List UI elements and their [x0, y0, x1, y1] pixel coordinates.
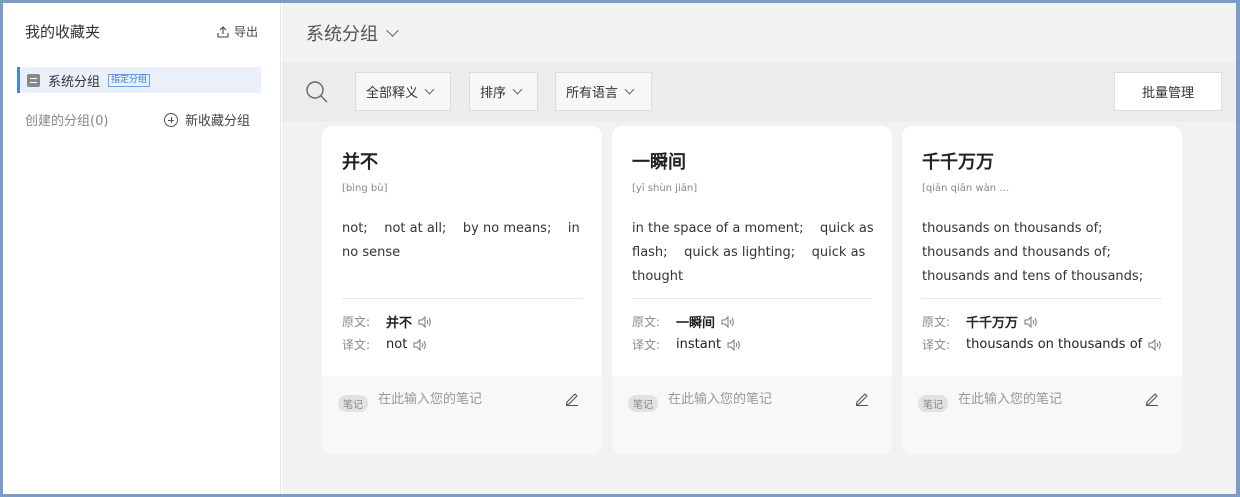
list-icon	[27, 73, 40, 87]
note-area: 笔记	[612, 376, 892, 454]
divider	[922, 298, 1162, 299]
translation-row: 译文: instant	[632, 336, 741, 353]
note-input[interactable]	[958, 392, 1128, 407]
original-row: 原文: 并不	[342, 312, 432, 331]
note-badge: 笔记	[628, 395, 658, 412]
search-icon[interactable]	[305, 80, 329, 104]
sidebar-item-label: 系统分组	[48, 74, 101, 90]
card-word: 千千万万	[922, 152, 994, 173]
note-area: 笔记	[322, 376, 602, 454]
translation-label: 译文:	[922, 338, 951, 352]
sidebar-item-system-group[interactable]: 系统分组 指定分组	[17, 67, 261, 93]
original-text: 千千万万	[966, 316, 1019, 331]
speaker-icon[interactable]	[1024, 315, 1038, 328]
note-badge: 笔记	[338, 395, 368, 412]
card-pinyin: [bìng bù]	[342, 183, 388, 194]
main-panel: 系统分组 全部释义 排序 所有语言 批量管理 并不 [bìng bù] not;…	[282, 3, 1236, 494]
card-definitions: thousands on thousands of; thousands and…	[922, 221, 1144, 284]
sidebar: 我的收藏夹 导出 系统分组 指定分组 创建的分组(0) 新收藏分组	[3, 3, 281, 494]
chevron-down-icon	[512, 84, 523, 95]
chevron-down-icon	[624, 84, 635, 95]
original-label: 原文:	[922, 315, 951, 329]
chevron-down-icon	[386, 24, 399, 37]
batch-manage-button[interactable]: 批量管理	[1114, 72, 1222, 111]
translation-row: 译文: not	[342, 336, 427, 353]
card-definitions: not; not at all; by no means; in no sens…	[342, 221, 584, 260]
language-label: 所有语言	[566, 86, 619, 101]
note-area: 笔记	[902, 376, 1182, 454]
pencil-icon[interactable]	[564, 390, 580, 406]
translation-label: 译文:	[632, 338, 661, 352]
word-card[interactable]: 并不 [bìng bù] not; not at all; by no mean…	[322, 126, 602, 454]
export-button[interactable]: 导出	[217, 23, 258, 40]
speaker-icon[interactable]	[413, 338, 427, 351]
group-title: 系统分组	[306, 24, 378, 45]
card-pinyin: [qiān qiān wàn …	[922, 183, 1010, 194]
card-word: 一瞬间	[632, 152, 686, 173]
card-pinyin: [yī shùn jiān]	[632, 183, 698, 194]
chevron-down-icon	[424, 84, 435, 95]
original-label: 原文:	[342, 315, 371, 329]
speaker-icon[interactable]	[1148, 338, 1162, 351]
sort-dropdown[interactable]: 排序	[469, 72, 538, 111]
language-dropdown[interactable]: 所有语言	[555, 72, 652, 111]
translation-text: thousands on thousands of	[966, 337, 1143, 352]
pencil-icon[interactable]	[1144, 390, 1160, 406]
note-input[interactable]	[378, 392, 548, 407]
sort-label: 排序	[480, 86, 507, 101]
export-icon	[217, 25, 229, 38]
original-row: 原文: 一瞬间	[632, 312, 735, 331]
note-input[interactable]	[668, 392, 838, 407]
card-word: 并不	[342, 152, 378, 173]
translation-text: instant	[676, 337, 722, 352]
new-group-label: 新收藏分组	[185, 114, 251, 129]
original-label: 原文:	[632, 315, 661, 329]
original-text: 并不	[386, 316, 413, 331]
original-row: 原文: 千千万万	[922, 312, 1038, 331]
speaker-icon[interactable]	[721, 315, 735, 328]
group-selector[interactable]: 系统分组	[306, 20, 399, 46]
card-definitions: in the space of a moment; quick as flash…	[632, 221, 878, 284]
divider	[632, 298, 872, 299]
note-badge: 笔记	[918, 395, 948, 412]
translation-label: 译文:	[342, 338, 371, 352]
translation-text: not	[386, 337, 408, 352]
export-label: 导出	[234, 25, 259, 39]
add-circle-icon	[164, 112, 178, 127]
speaker-icon[interactable]	[418, 315, 432, 328]
original-text: 一瞬间	[676, 316, 716, 331]
default-group-tag: 指定分组	[108, 73, 151, 87]
favorites-title: 我的收藏夹	[25, 23, 101, 41]
meaning-filter-dropdown[interactable]: 全部释义	[355, 72, 451, 111]
divider	[342, 298, 582, 299]
pencil-icon[interactable]	[854, 390, 870, 406]
word-card[interactable]: 千千万万 [qiān qiān wàn … thousands on thous…	[902, 126, 1182, 454]
new-group-button[interactable]: 新收藏分组	[164, 110, 250, 129]
translation-row: 译文: thousands on thousands of	[922, 336, 1162, 353]
word-card[interactable]: 一瞬间 [yī shùn jiān] in the space of a mom…	[612, 126, 892, 454]
created-groups-label: 创建的分组(0)	[25, 114, 109, 129]
meaning-filter-label: 全部释义	[366, 86, 419, 101]
toolbar: 全部释义 排序 所有语言 批量管理	[282, 62, 1236, 122]
speaker-icon[interactable]	[727, 338, 741, 351]
